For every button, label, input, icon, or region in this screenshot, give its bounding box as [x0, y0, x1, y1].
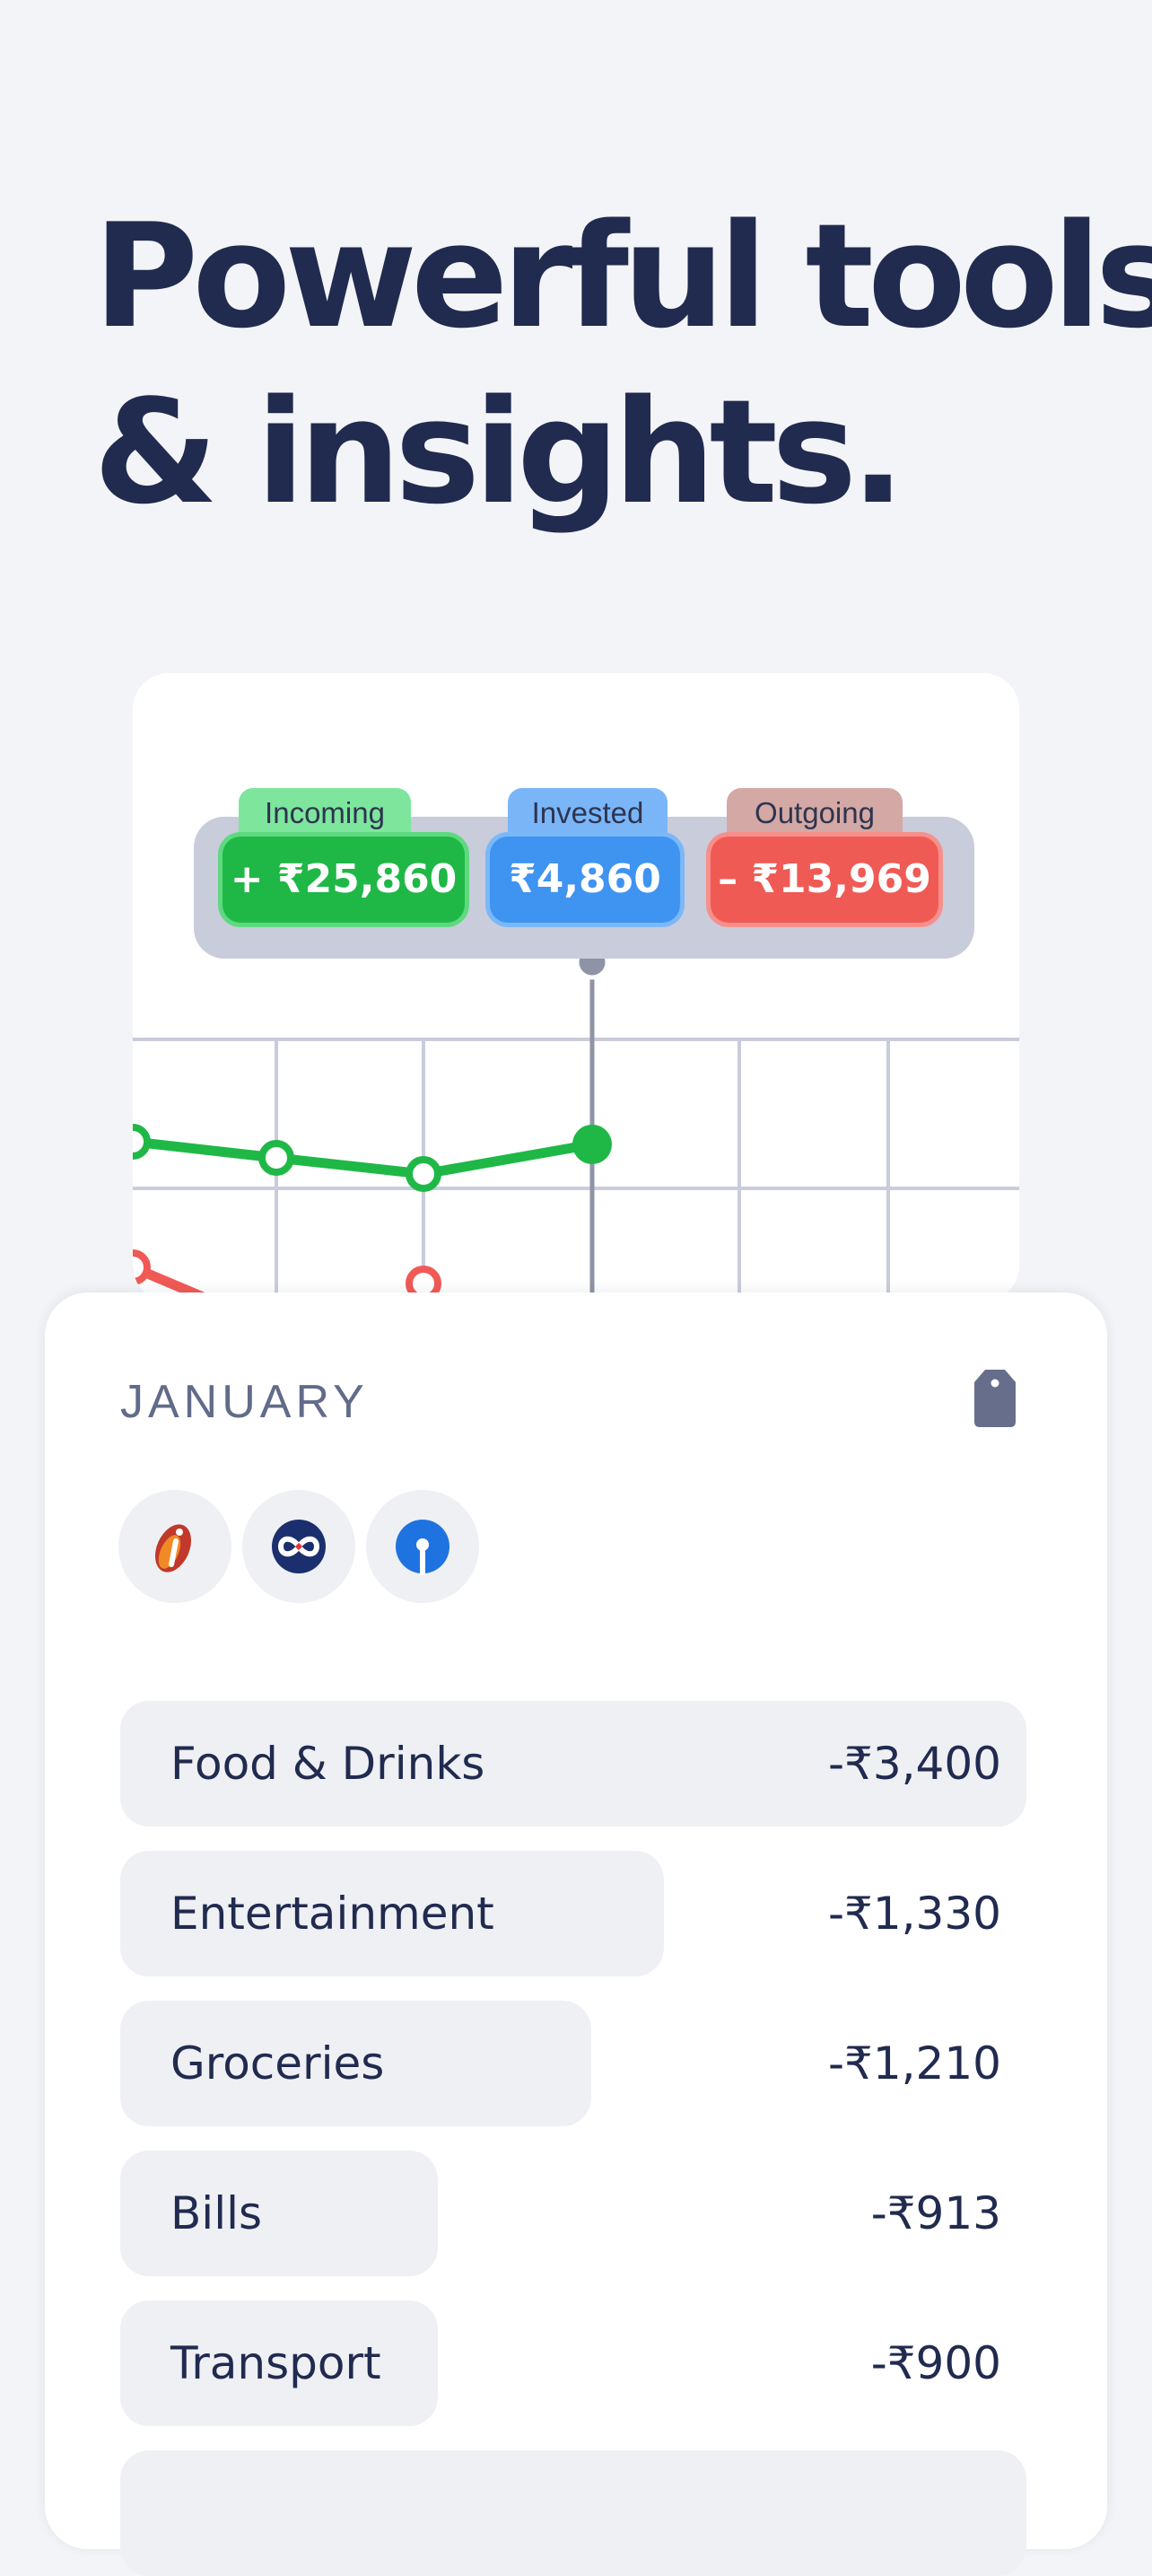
headline-line-1: Powerful tools	[93, 192, 1152, 360]
category-amount: -₹913	[870, 2187, 1001, 2239]
incoming-label: Incoming	[239, 788, 411, 838]
outgoing-point[interactable]	[133, 1249, 151, 1285]
category-label: Transport	[170, 2337, 381, 2389]
category-row[interactable]: Food & Drinks -₹3,400	[120, 1701, 1026, 1827]
incoming-series-line	[133, 1136, 593, 1179]
incoming-point[interactable]	[406, 1156, 441, 1192]
bank-account-sbi[interactable]	[366, 1490, 479, 1603]
category-label: Groceries	[170, 2037, 385, 2090]
headline-line-2: & insights.	[93, 368, 905, 536]
incoming-value: + ₹25,860	[223, 837, 465, 923]
bank-account-icici[interactable]	[118, 1490, 231, 1603]
month-title: JANUARY	[120, 1376, 369, 1428]
monthly-summary-sheet: JANUARY Food & Drinks -₹3,400 Entertainm…	[45, 1292, 1107, 2576]
incoming-point[interactable]	[258, 1140, 294, 1176]
category-row-partial[interactable]	[120, 2450, 1026, 2576]
category-row[interactable]: Groceries -₹1,210	[120, 2001, 1026, 2126]
category-row[interactable]: Bills -₹913	[120, 2151, 1026, 2276]
insights-chart-card: Incoming Invested Outgoing + ₹25,860 ₹4,…	[133, 673, 1019, 1301]
invested-label: Invested	[508, 788, 668, 838]
category-bar	[120, 2450, 1026, 2576]
category-bar	[120, 2151, 438, 2276]
page-headline: Powerful tools & insights.	[93, 188, 1152, 540]
bank-account-kotak[interactable]	[242, 1490, 355, 1603]
category-label: Bills	[170, 2187, 263, 2239]
invested-value: ₹4,860	[490, 837, 680, 923]
kotak-logo-icon	[272, 1520, 326, 1573]
category-row[interactable]: Transport -₹900	[120, 2300, 1026, 2426]
incoming-point-selected[interactable]	[572, 1125, 612, 1164]
icici-logo-icon	[154, 1524, 192, 1573]
incoming-point[interactable]	[133, 1124, 151, 1160]
category-amount: -₹1,330	[828, 1888, 1001, 1940]
category-amount: -₹3,400	[828, 1738, 1001, 1790]
category-label: Food & Drinks	[170, 1738, 485, 1790]
category-amount: -₹1,210	[828, 2037, 1001, 2090]
category-amount: -₹900	[870, 2337, 1001, 2389]
outgoing-value: – ₹13,969	[711, 837, 938, 923]
trend-chart	[133, 944, 1019, 1301]
category-row[interactable]: Entertainment -₹1,330	[120, 1851, 1026, 1976]
sbi-logo-icon	[396, 1520, 449, 1575]
outgoing-label: Outgoing	[727, 788, 903, 838]
summary-pill: Incoming Invested Outgoing + ₹25,860 ₹4,…	[194, 788, 974, 959]
category-label: Entertainment	[170, 1888, 494, 1940]
price-tag-icon[interactable]	[974, 1370, 1016, 1427]
